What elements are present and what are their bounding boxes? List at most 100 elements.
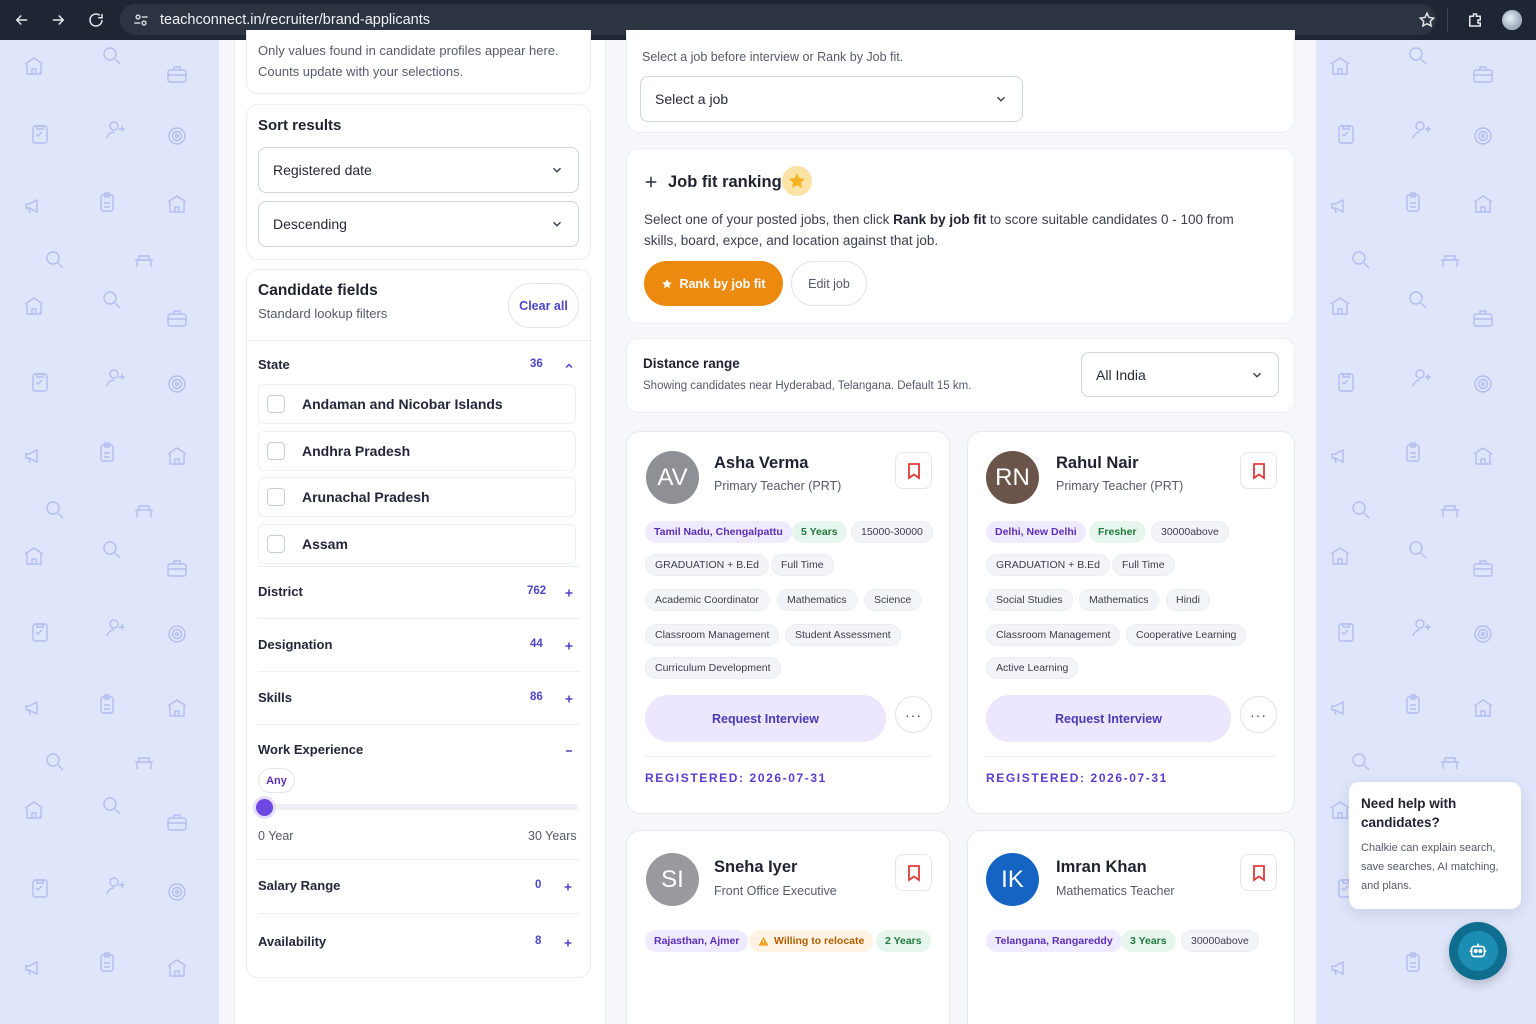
bag-icon [1471,62,1495,86]
state-option[interactable]: Andaman and Nicobar Islands [258,384,576,424]
tag-location: Delhi, New Delhi [986,521,1086,543]
mega-icon [22,444,46,468]
availability-filter-label[interactable]: Availability [258,934,326,949]
minus-icon[interactable] [563,744,575,756]
sort-by-select[interactable]: Registered date [258,147,579,193]
user-icon [104,616,128,640]
candidate-role: Primary Teacher (PRT) [1056,479,1184,493]
state-option[interactable]: Andhra Pradesh [258,431,576,471]
target-icon [1471,124,1495,148]
distance-select[interactable]: All India [1081,352,1279,397]
mega-icon [22,696,46,720]
designation-filter-label[interactable]: Designation [258,637,332,652]
district-filter-label[interactable]: District [258,584,303,599]
sort-order-select[interactable]: Descending [258,201,579,247]
badge-icon [95,692,119,716]
more-icon: ··· [905,706,922,723]
search-icon [1406,288,1430,312]
rank-button-label: Rank by job fit [679,276,766,291]
school-icon [22,54,46,78]
plus-icon[interactable] [562,880,574,892]
url-text: teachconnect.in/recruiter/brand-applican… [160,11,431,28]
tag-relocate-label: Willing to relocate [774,935,865,947]
state-checkbox[interactable] [267,488,285,506]
extensions-icon[interactable] [1460,2,1490,38]
bag-icon [1471,306,1495,330]
forward-icon[interactable] [40,2,76,38]
school-icon [1471,444,1495,468]
state-option-label: Assam [302,536,348,552]
tag-skill: Mathematics [1079,589,1159,611]
state-option[interactable]: Assam [258,524,576,564]
registered-date: REGISTERED: 2026-07-31 [645,771,827,785]
site-settings-icon[interactable] [132,11,150,29]
user-icon [1410,118,1434,142]
bookmark-button[interactable] [895,452,932,489]
user-icon [104,874,128,898]
more-options-button[interactable]: ··· [1240,696,1277,733]
experience-slider-thumb[interactable] [253,796,276,819]
candidate-name[interactable]: Asha Verma [714,454,808,473]
bookmark-star-icon[interactable] [1412,2,1442,38]
target-icon [165,880,189,904]
bookmark-button[interactable] [1240,452,1277,489]
state-checkbox[interactable] [267,395,285,413]
search-icon [100,288,124,312]
candidate-name[interactable]: Rahul Nair [1056,454,1139,473]
chat-assistant-button[interactable] [1449,922,1507,980]
more-options-button[interactable]: ··· [895,696,932,733]
search-icon [43,248,67,272]
plus-icon[interactable] [563,586,575,598]
bag-icon [165,556,189,580]
candidate-name[interactable]: Sneha Iyer [714,858,797,877]
avatar: IK [986,853,1039,906]
plus-icon[interactable] [563,639,575,651]
job-select[interactable]: Select a job [640,76,1023,122]
background-pattern-left [0,40,219,1024]
bookmark-icon [907,864,920,882]
badge-icon [95,950,119,974]
filter-info-panel [246,30,591,94]
plus-icon[interactable] [563,692,575,704]
work-experience-filter-label[interactable]: Work Experience [258,742,363,757]
edit-job-button[interactable]: Edit job [791,261,867,306]
reload-icon[interactable] [78,2,114,38]
star-icon [662,278,673,288]
request-interview-button[interactable]: Request Interview [986,695,1231,742]
state-count-badge: 36 [530,358,543,370]
skills-filter-label[interactable]: Skills [258,690,292,705]
bookmark-icon [907,462,920,480]
back-icon[interactable] [4,2,40,38]
experience-max-label: 30 Years [528,829,577,843]
profile-avatar[interactable] [1502,10,1522,30]
candidate-name[interactable]: Imran Khan [1056,858,1147,877]
experience-slider-track[interactable] [262,804,578,810]
tag-experience: 5 Years [792,521,847,543]
help-bubble[interactable]: Need help with candidates? Chalkie can e… [1349,782,1521,909]
divider [258,566,579,567]
request-interview-button[interactable]: Request Interview [645,695,886,742]
state-filter-label[interactable]: State [258,357,290,372]
tag-experience: 3 Years [1121,930,1176,952]
divider [986,756,1276,757]
state-option[interactable]: Arunachal Pradesh [258,477,576,517]
candidate-fields-panel [246,269,591,978]
salary-range-filter-label[interactable]: Salary Range [258,878,340,893]
bookmark-button[interactable] [1240,854,1277,891]
badge-icon [1401,950,1425,974]
job-fit-description: Select one of your posted jobs, then cli… [644,209,1284,251]
candidate-role: Mathematics Teacher [1056,884,1175,898]
clear-all-button[interactable]: Clear all [508,283,579,328]
state-checkbox[interactable] [267,535,285,553]
clip-icon [1334,370,1358,394]
experience-value-pill: Any [258,768,295,793]
chevron-up-icon[interactable] [563,359,575,371]
avatar: RN [986,451,1039,504]
search-icon [100,44,124,68]
bookmark-button[interactable] [895,854,932,891]
search-icon [1406,538,1430,562]
help-title: Need help with candidates? [1361,796,1457,830]
state-checkbox[interactable] [267,442,285,460]
plus-icon[interactable] [562,936,574,948]
rank-by-job-fit-button[interactable]: Rank by job fit [644,261,783,306]
